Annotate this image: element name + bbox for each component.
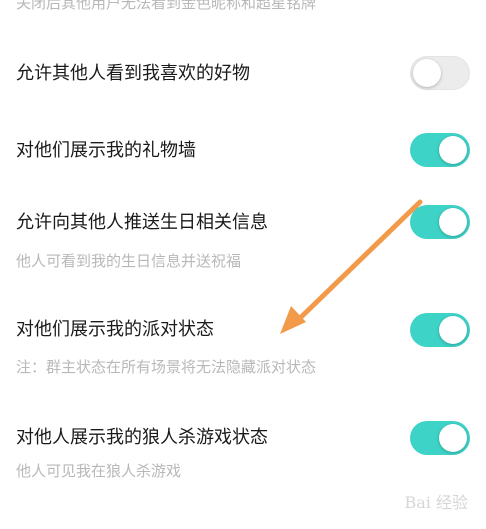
setting-sub-werewolf-status: 他人可见我在狼人杀游戏 [16, 462, 182, 480]
setting-row-birthday: 允许向其他人推送生日相关信息 他人可看到我的生日信息并送祝福 [0, 205, 486, 275]
privacy-settings-screen: 关闭后其他用户无法看到金色昵称和超星铭牌 允许其他人看到我喜欢的好物 对他们展示… [0, 0, 486, 529]
setting-sub-birthday: 他人可看到我的生日信息并送祝福 [16, 252, 242, 270]
toggle-knob [413, 59, 441, 87]
toggle-knob [439, 136, 467, 164]
toggle-gift-wall[interactable] [410, 133, 470, 167]
toggle-knob [439, 424, 467, 452]
toggle-birthday[interactable] [410, 205, 470, 239]
setting-row-party-status: 对他们展示我的派对状态 注：群主状态在所有场景将无法隐藏派对状态 [0, 313, 486, 383]
setting-row-werewolf-status: 对他人展示我的狼人杀游戏状态 他人可见我在狼人杀游戏 [0, 421, 486, 491]
setting-label-liked-goods: 允许其他人看到我喜欢的好物 [16, 63, 250, 84]
setting-sub-party-status: 注：群主状态在所有场景将无法隐藏派对状态 [16, 358, 317, 376]
toggle-liked-goods[interactable] [410, 56, 470, 90]
setting-label-party-status: 对他们展示我的派对状态 [16, 319, 214, 340]
watermark-logo: Bai 经验 [404, 493, 468, 512]
setting-row-gift-wall: 对他们展示我的礼物墙 [0, 133, 486, 173]
toggle-knob [439, 208, 467, 236]
setting-row-liked-goods: 允许其他人看到我喜欢的好物 [0, 56, 486, 96]
setting-label-birthday: 允许向其他人推送生日相关信息 [16, 212, 268, 233]
toggle-knob [439, 316, 467, 344]
setting-label-werewolf-status: 对他人展示我的狼人杀游戏状态 [16, 427, 268, 448]
setting-label-gift-wall: 对他们展示我的礼物墙 [16, 140, 196, 161]
golden-nickname-notice: 关闭后其他用户无法看到金色昵称和超星铭牌 [16, 0, 317, 12]
toggle-werewolf-status[interactable] [410, 421, 470, 455]
toggle-party-status[interactable] [410, 313, 470, 347]
